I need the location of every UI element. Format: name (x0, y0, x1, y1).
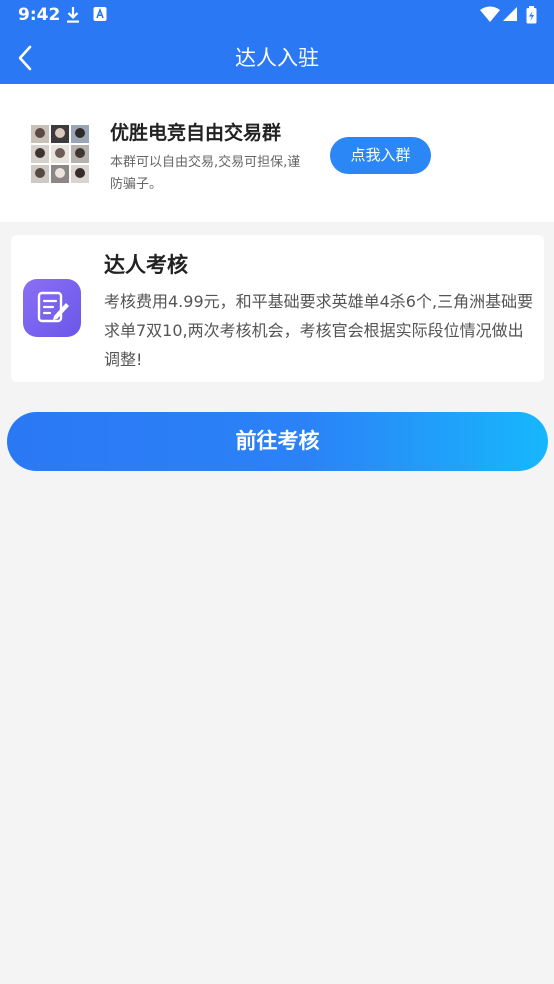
audit-description: 考核费用4.99元，和平基础要求英雄单4杀6个,三角洲基础要求单7双10,两次考… (104, 292, 534, 369)
audit-icon (23, 279, 81, 337)
audit-card: 达人考核 考核费用4.99元，和平基础要求英雄单4杀6个,三角洲基础要求单7双1… (11, 235, 544, 382)
battery-icon (526, 6, 537, 24)
app-header: 9:42 达人入驻 (0, 0, 554, 84)
page-title: 达人入驻 (235, 46, 319, 70)
signal-icon (503, 7, 517, 21)
group-avatar (30, 124, 90, 184)
document-edit-icon (37, 291, 69, 323)
group-description: 本群可以自由交易,交易可担保,谨防骗子。 (110, 155, 301, 192)
app-store-icon (93, 7, 107, 21)
status-bar: 9:42 (0, 0, 554, 30)
download-icon (67, 7, 79, 23)
group-title: 优胜电竞自由交易群 (110, 122, 282, 144)
status-time: 9:42 (18, 5, 61, 25)
join-group-button[interactable]: 点我入群 (330, 137, 431, 174)
wifi-icon (480, 6, 500, 22)
go-audit-button[interactable]: 前往考核 (7, 412, 548, 471)
audit-title: 达人考核 (104, 253, 188, 277)
